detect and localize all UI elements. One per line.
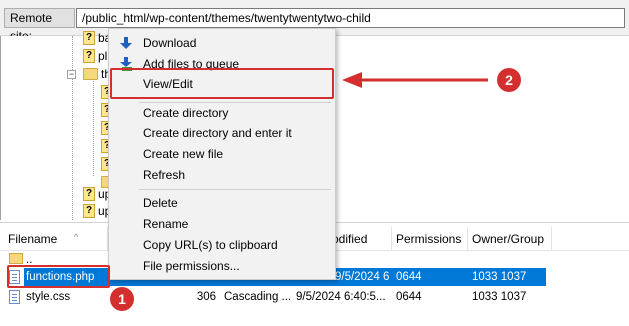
file-size: 306: [196, 291, 216, 303]
tree-item[interactable]: th: [83, 66, 111, 82]
menu-item-copy-url[interactable]: Copy URL(s) to clipboard: [109, 235, 335, 255]
file-owner: 1033 1037: [472, 271, 527, 283]
tree-item-label: pl: [98, 49, 108, 63]
unknown-folder-icon: ?: [83, 31, 95, 45]
file-permissions: 0644: [396, 271, 422, 283]
file-modified: 9/5/2024 6:40:5...: [296, 291, 386, 303]
folder-up-icon: [9, 253, 23, 264]
file-owner: 1033 1037: [472, 291, 527, 303]
tree-guide-line: [93, 76, 94, 176]
column-header-last-modified[interactable]: odified: [328, 227, 392, 251]
unknown-folder-icon: ?: [83, 49, 95, 63]
menu-item-create-directory-enter[interactable]: Create directory and enter it: [109, 123, 335, 143]
file-type: Cascading ...: [224, 291, 292, 303]
tree-guide-line: [72, 36, 73, 220]
pointer-arrow-icon: [342, 72, 488, 88]
menu-item-refresh[interactable]: Refresh: [109, 165, 335, 185]
remote-site-label: Remote site:: [4, 8, 75, 43]
menu-item-delete[interactable]: Delete: [109, 193, 335, 213]
css-file-icon: [9, 290, 20, 304]
file-name: style.css: [26, 291, 71, 303]
tree-item[interactable]: ? pl: [83, 48, 107, 64]
step-badge-2: 2: [497, 68, 521, 92]
column-header-filename[interactable]: Filename ^: [4, 227, 108, 251]
step-badge-1: 1: [110, 287, 134, 311]
unknown-folder-icon: ?: [83, 204, 95, 218]
sort-caret-icon: ^: [74, 232, 79, 242]
remote-site-path-input[interactable]: /public_html/wp-content/themes/twentytwe…: [76, 8, 625, 28]
menu-item-create-directory[interactable]: Create directory: [109, 103, 335, 123]
column-header-permissions[interactable]: Permissions: [392, 227, 468, 251]
unknown-folder-icon: ?: [83, 187, 95, 201]
menu-separator: [139, 189, 331, 190]
context-menu: Download Add files to queue View/Edit Cr…: [108, 28, 336, 280]
menu-item-create-new-file[interactable]: Create new file: [109, 144, 335, 164]
menu-item-download[interactable]: Download: [109, 33, 335, 53]
view-edit-highlight-box: [110, 68, 334, 99]
file-modified: 9/5/2024 6:39:3...: [335, 271, 390, 283]
folder-icon: [83, 68, 98, 80]
collapse-icon[interactable]: −: [67, 70, 76, 79]
menu-item-file-permissions[interactable]: File permissions...: [109, 256, 335, 276]
functions-php-highlight-box: [7, 265, 110, 288]
download-arrow-icon: [120, 37, 132, 49]
file-permissions: 0644: [396, 291, 422, 303]
menu-item-rename[interactable]: Rename: [109, 214, 335, 234]
file-row-style-css[interactable]: style.css 306 Cascading ... 9/5/2024 6:4…: [0, 288, 629, 306]
column-header-owner-group[interactable]: Owner/Group: [468, 227, 552, 251]
